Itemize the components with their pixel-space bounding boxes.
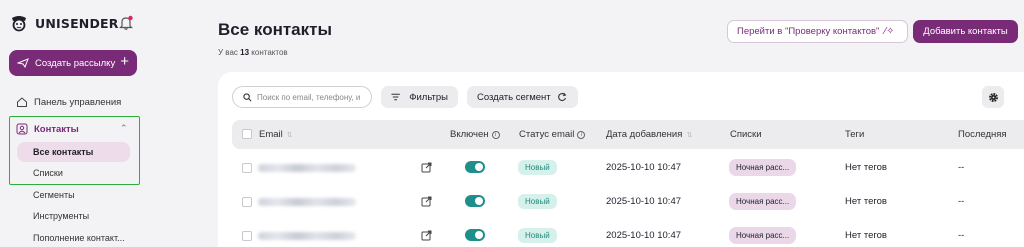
column-enabled[interactable]: Включен i — [450, 129, 500, 140]
email-redacted[interactable] — [258, 232, 356, 240]
table-row[interactable]: Новый 2025-10-10 10:47 Ночная расс... Не… — [232, 185, 1024, 219]
plus-icon: + — [120, 53, 129, 70]
list-badge[interactable]: Ночная расс... — [729, 227, 797, 244]
column-tags[interactable]: Теги — [845, 129, 864, 140]
create-campaign-button[interactable]: Создать рассылку + — [9, 50, 137, 76]
sidebar-item-tools[interactable]: Инструменты — [33, 211, 89, 221]
sidebar-item-lists[interactable]: Списки — [33, 168, 63, 178]
check-contacts-label: Перейти в "Проверку контактов" — [737, 26, 880, 37]
last-value: -- — [958, 230, 965, 241]
search-placeholder: Поиск по email, телефону, и — [257, 92, 361, 102]
column-enabled-label: Включен — [450, 129, 489, 140]
enabled-toggle[interactable] — [465, 161, 485, 173]
row-checkbox[interactable] — [242, 231, 252, 241]
create-segment-label: Создать сегмент — [477, 91, 551, 103]
column-lists-label: Списки — [730, 129, 762, 140]
sidebar-item-segments[interactable]: Сегменты — [33, 190, 75, 200]
date-added: 2025-10-10 10:47 — [606, 162, 682, 173]
sidebar-item-all-contacts[interactable]: Все контакты — [33, 147, 93, 157]
row-checkbox[interactable] — [242, 163, 252, 173]
last-value: -- — [958, 196, 965, 207]
external-link-icon[interactable] — [421, 196, 432, 207]
sidebar-item-label: Контакты — [34, 123, 79, 135]
email-redacted[interactable] — [258, 164, 356, 172]
sort-icon: ⇅ — [286, 131, 293, 139]
logo-text: UNISENDER — [35, 15, 119, 31]
contacts-icon — [16, 123, 28, 135]
add-contacts-button[interactable]: Добавить контакты — [913, 20, 1018, 43]
sidebar-item-label: Панель управления — [34, 96, 122, 108]
table-row[interactable]: Новый 2025-10-10 10:47 Ночная расс... Не… — [232, 219, 1024, 247]
column-email-status[interactable]: Статус email i — [519, 129, 586, 140]
search-icon — [243, 92, 252, 101]
status-badge: Новый — [518, 194, 557, 209]
tags-value: Нет тегов — [845, 196, 887, 207]
check-contacts-button[interactable]: Перейти в "Проверку контактов" ⁄✧ — [727, 20, 908, 43]
chevron-up-icon[interactable]: ⌃ — [120, 123, 128, 134]
logo[interactable]: UNISENDER — [9, 12, 137, 34]
sidebar-item-contacts-import[interactable]: Пополнение контакт... — [33, 233, 125, 243]
info-icon: i — [577, 130, 586, 139]
tags-value: Нет тегов — [845, 162, 887, 173]
sidebar: UNISENDER Создать рассылку + Панель упра… — [0, 0, 146, 247]
list-badge[interactable]: Ночная расс... — [729, 193, 797, 210]
filters-label: Фильтры — [409, 91, 448, 103]
table-row[interactable]: Новый 2025-10-10 10:47 Ночная расс... Не… — [232, 151, 1024, 185]
status-badge: Новый — [518, 228, 557, 243]
column-status-label: Статус email — [519, 129, 575, 140]
create-campaign-label: Создать рассылку — [35, 57, 116, 69]
tags-value: Нет тегов — [845, 230, 887, 241]
create-segment-button[interactable]: Создать сегмент — [467, 86, 578, 108]
info-icon: i — [491, 130, 500, 139]
row-checkbox[interactable] — [242, 197, 252, 207]
subtitle-suffix: контактов — [251, 48, 288, 57]
magic-wand-icon: ⁄✧ — [884, 26, 895, 37]
column-last-label: Последняя — [958, 129, 1007, 140]
refresh-icon — [557, 92, 567, 102]
sidebar-item-contacts[interactable]: Контакты — [16, 123, 79, 135]
sort-icon: ⇅ — [686, 131, 693, 139]
gear-icon — [988, 92, 998, 102]
select-all-checkbox[interactable] — [242, 129, 252, 139]
column-last[interactable]: Последняя — [958, 129, 1007, 140]
email-redacted[interactable] — [258, 198, 356, 206]
home-icon — [17, 97, 27, 107]
column-email[interactable]: Email ⇅ — [259, 129, 293, 140]
column-date-added[interactable]: Дата добавления ⇅ — [606, 129, 692, 140]
enabled-toggle[interactable] — [465, 195, 485, 207]
external-link-icon[interactable] — [421, 162, 432, 173]
filters-button[interactable]: Фильтры — [381, 86, 458, 108]
logo-icon — [12, 16, 26, 32]
status-badge: Новый — [518, 160, 557, 175]
external-link-icon[interactable] — [421, 230, 432, 241]
contacts-count: 13 — [240, 48, 250, 57]
list-badge[interactable]: Ночная расс... — [729, 159, 797, 176]
filter-icon — [391, 93, 400, 101]
column-email-label: Email — [259, 129, 283, 140]
search-input[interactable]: Поиск по email, телефону, и — [232, 86, 372, 108]
date-added: 2025-10-10 10:47 — [606, 230, 682, 241]
contacts-count-text: У вас 13 контактов — [218, 48, 288, 57]
table-settings-button[interactable] — [982, 86, 1004, 108]
column-lists[interactable]: Списки — [730, 129, 762, 140]
column-date-label: Дата добавления — [606, 129, 683, 140]
sidebar-item-dashboard[interactable]: Панель управления — [16, 96, 121, 108]
last-value: -- — [958, 162, 965, 173]
date-added: 2025-10-10 10:47 — [606, 196, 682, 207]
bell-icon[interactable] — [119, 15, 133, 31]
column-tags-label: Теги — [845, 129, 865, 140]
envelope-icon — [17, 58, 29, 68]
enabled-toggle[interactable] — [465, 229, 485, 241]
page-title: Все контакты — [218, 20, 332, 39]
subtitle-prefix: У вас — [218, 48, 238, 57]
